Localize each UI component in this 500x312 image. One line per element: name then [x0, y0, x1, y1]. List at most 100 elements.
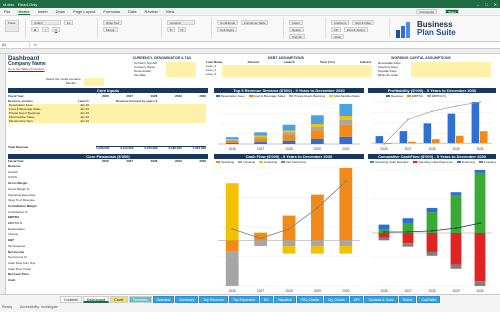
sheet-tab[interactable]: Top Expenses — [228, 296, 259, 303]
year-col: 2026 — [102, 159, 109, 163]
font-name-select[interactable]: Calibri — [31, 20, 61, 25]
legend-label: Financing — [461, 160, 475, 164]
sheet-tab[interactable]: FIN_Charts — [296, 296, 323, 303]
financial-row-label: Gross Margin — [8, 181, 28, 186]
legend-label: Operating — [221, 160, 235, 164]
menu-insert[interactable]: Insert — [38, 9, 48, 14]
bar — [474, 281, 486, 286]
comments-button[interactable]: Comments — [416, 9, 437, 14]
bar — [311, 130, 324, 140]
percent-button[interactable]: % — [177, 27, 187, 32]
currency-button[interactable]: $ — [167, 27, 175, 32]
minimize-icon[interactable]: – — [477, 2, 479, 7]
sheet-tab[interactable]: Cover — [110, 296, 128, 303]
sheet-tab[interactable]: Dashboard — [83, 296, 110, 303]
x-tick-label: 2027 — [404, 147, 411, 151]
maximize-icon[interactable]: □ — [485, 2, 487, 7]
bar — [450, 192, 462, 196]
menu-file[interactable]: File — [4, 9, 10, 14]
sheet-tab[interactable]: Op_Charts — [323, 296, 349, 303]
wc-header: WORKING CAPITAL ASSUMPTIONS — [391, 56, 451, 60]
menu-review[interactable]: Review — [145, 9, 158, 14]
x-tick-label: 2029 — [314, 147, 321, 151]
sheet-tab[interactable]: Valuation — [273, 296, 296, 303]
total-value: 3,470,000 — [144, 146, 158, 150]
sheet-tab[interactable]: Ratios — [398, 296, 417, 303]
underline-button[interactable]: U — [51, 27, 61, 32]
legend-label: Investing — [243, 160, 256, 164]
legend-label: Operating Cash Payments — [417, 160, 453, 164]
legend-swatch — [216, 95, 220, 98]
cell-styles-button[interactable]: Cell Styles — [217, 27, 238, 32]
legend-label: EBITDA % — [431, 94, 447, 98]
bar — [311, 115, 324, 125]
currency-header: CURRENCY, DENOMINATOR & TAX — [132, 56, 192, 60]
legend-label: Revenue — [391, 94, 404, 98]
sheet-tab[interactable]: Scenario — [152, 296, 175, 303]
toc-link[interactable]: Go to the Table of Contents — [8, 67, 44, 72]
worksheet[interactable]: Dashboard Company Name Go to the Table o… — [6, 54, 500, 294]
conditional-format-button[interactable]: Conditional — [217, 20, 239, 25]
format-cells-button[interactable]: Format — [289, 34, 305, 39]
font-size-select[interactable]: 11 — [63, 20, 74, 25]
series-point — [479, 222, 481, 225]
sheet-tab[interactable]: Top Revenue — [199, 296, 228, 303]
accessibility-status[interactable]: Accessibility: Investigate — [20, 305, 58, 309]
currency-inputs[interactable] — [166, 62, 196, 77]
name-box[interactable]: A1 — [0, 43, 30, 47]
formula-input[interactable] — [37, 43, 500, 48]
clear-button[interactable]: Clear — [331, 34, 345, 39]
menu-page-layout[interactable]: Page Layout — [73, 9, 95, 14]
number-format-select[interactable]: General — [167, 20, 195, 25]
sheet-tab[interactable]: KPI — [349, 296, 364, 303]
bold-button[interactable]: B — [31, 27, 40, 32]
menu-draw[interactable]: Draw — [56, 9, 65, 14]
insert-cells-button[interactable]: Insert — [289, 20, 303, 25]
legend-entry: Investing — [238, 160, 255, 164]
legend-swatch — [426, 95, 431, 98]
share-button[interactable]: Share — [444, 9, 459, 14]
wc-inputs[interactable] — [411, 62, 491, 77]
x-tick-label: 2028 — [285, 289, 292, 293]
italic-button[interactable]: I — [42, 27, 49, 32]
sheet-tab[interactable]: Contents — [60, 296, 83, 303]
wrap-text-button[interactable]: Wrap Text — [103, 20, 123, 25]
legend-swatch — [248, 95, 253, 98]
sheet-tab[interactable]: Sources & Uses — [364, 296, 398, 303]
bar — [282, 215, 296, 241]
months-input[interactable] — [84, 82, 104, 86]
bar — [225, 137, 239, 140]
x-tick-label: 2030 — [476, 289, 483, 293]
bar — [339, 116, 353, 120]
financial-row-label: Tax Expense — [8, 243, 26, 248]
fill-button[interactable]: Fill — [331, 27, 341, 32]
sort-filter-button[interactable]: Sort & Filter — [352, 20, 375, 25]
bar — [426, 207, 438, 213]
paste-button[interactable]: Paste — [5, 20, 19, 32]
menu-home[interactable]: Home — [18, 9, 30, 15]
autosum-button[interactable]: AutoSum — [331, 20, 350, 25]
cashflow-chart-title: Cash Flow ($'000) - 5 Years to December … — [214, 154, 364, 159]
find-select-button[interactable]: Find & Select — [343, 27, 368, 32]
bar — [447, 113, 456, 144]
window-title: sf.xlsx — [3, 1, 15, 7]
menu-view[interactable]: View — [166, 9, 175, 14]
sheet-tab[interactable]: CapTable — [417, 296, 441, 303]
total-value: 5,182,000 — [168, 146, 182, 150]
bar — [471, 102, 480, 144]
delete-cells-button[interactable]: Delete — [289, 27, 304, 32]
loan-inputs[interactable] — [222, 65, 372, 77]
sheet-tab[interactable]: Timelines — [128, 296, 152, 303]
sheet-tab[interactable]: BS — [259, 296, 273, 303]
format-table-button[interactable]: Format as Table — [241, 20, 269, 25]
close-icon[interactable]: ✕ — [494, 2, 497, 7]
bar — [408, 141, 416, 144]
series-point — [259, 237, 262, 240]
profit-legend: Revenue EBITDA EBITDA % — [386, 94, 446, 98]
cashflow-chart: 2026 2027 2028 2029 2030 — [214, 166, 364, 294]
menu-data[interactable]: Data — [128, 9, 136, 14]
legend-entry: Food & Beverage Sales — [248, 94, 285, 98]
merge-button[interactable]: Merge — [103, 27, 118, 32]
menu-formulas[interactable]: Formulas — [103, 9, 120, 14]
sheet-tab[interactable]: Summary — [175, 296, 199, 303]
